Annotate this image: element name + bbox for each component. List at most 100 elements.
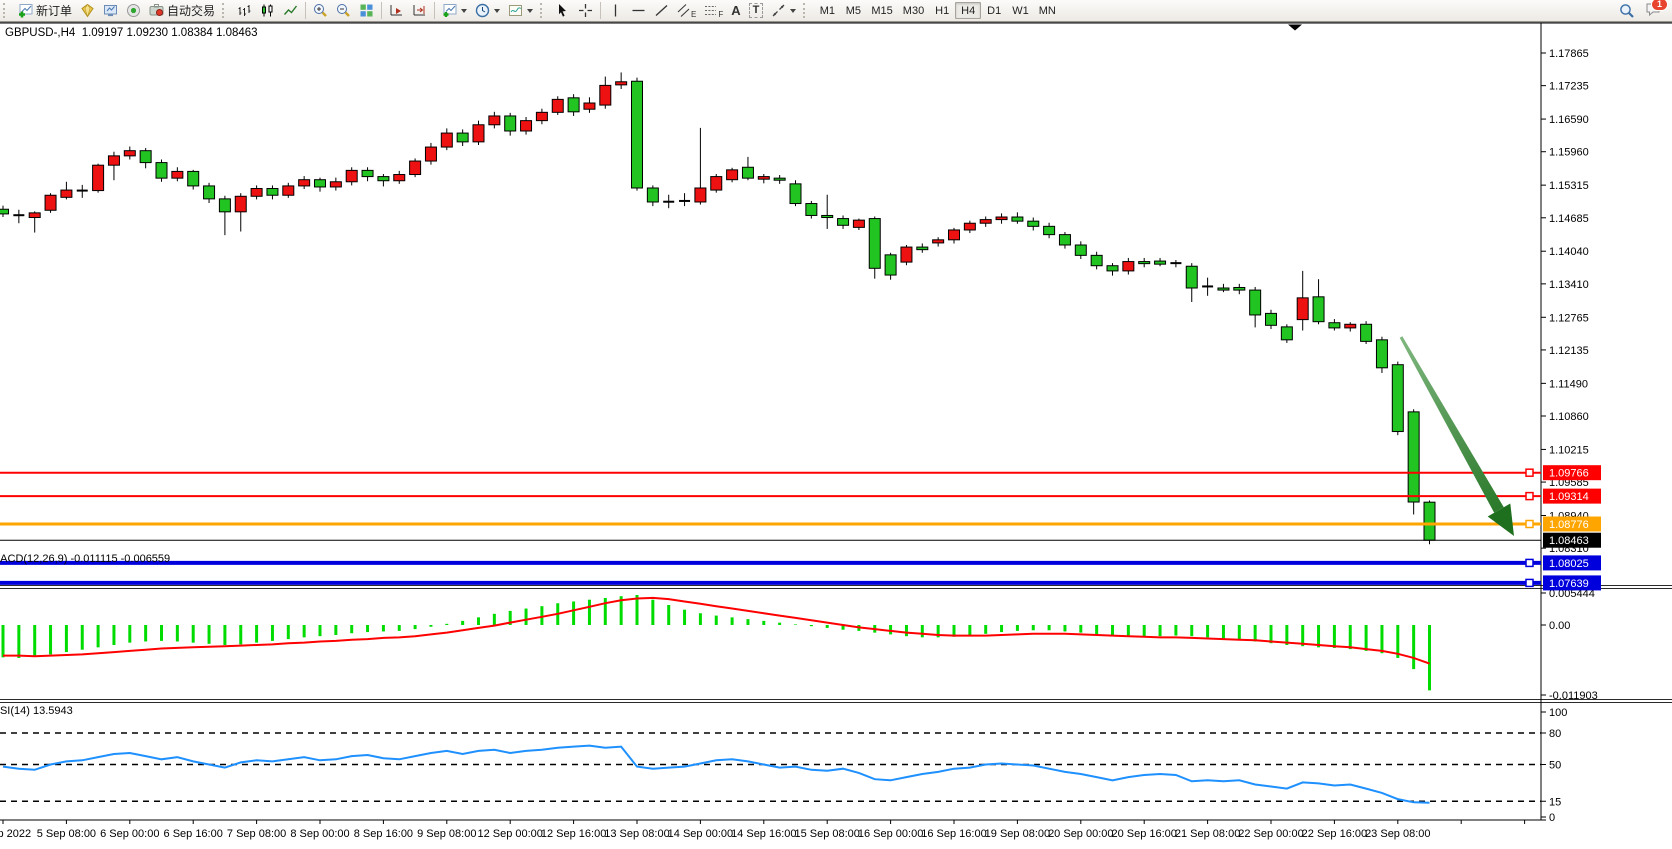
toolbar-separator [305, 2, 306, 19]
timeframe-h1-button[interactable]: H1 [929, 2, 955, 19]
svg-text:6 Sep 00:00: 6 Sep 00:00 [100, 828, 159, 840]
indicators-dropdown-button[interactable] [504, 1, 537, 20]
svg-text:0.00: 0.00 [1549, 620, 1570, 632]
toolbar-grip[interactable] [222, 3, 229, 18]
chart-shift-icon [412, 3, 427, 18]
chart-canvas[interactable]: 1.178651.172351.165901.159601.153151.146… [0, 0, 1672, 849]
svg-text:1.09766: 1.09766 [1549, 468, 1589, 480]
new-chart-plus-icon [18, 3, 33, 18]
svg-text:22 Sep 16:00: 22 Sep 16:00 [1302, 828, 1367, 840]
svg-text:8 Sep 00:00: 8 Sep 00:00 [290, 828, 349, 840]
toolbar-grip[interactable] [803, 3, 810, 18]
fibonacci-icon [704, 3, 717, 18]
toolbar-grip[interactable] [540, 3, 547, 18]
channel-icon [677, 3, 690, 18]
svg-text:1.11490: 1.11490 [1549, 378, 1588, 390]
chart-shift-button[interactable] [408, 1, 431, 20]
svg-text:1.14685: 1.14685 [1549, 213, 1589, 225]
vertical-line-tool-button[interactable] [604, 1, 627, 20]
auto-trading-icon [149, 3, 164, 18]
cursor-icon [555, 3, 570, 18]
crystal-button[interactable] [76, 1, 99, 20]
timeframe-d1-button[interactable]: D1 [981, 2, 1007, 19]
webphone-button[interactable] [122, 1, 145, 20]
text-tool-button[interactable]: A [727, 1, 744, 20]
price-chart-svg[interactable]: 1.178651.172351.165901.159601.153151.146… [0, 0, 1672, 849]
svg-text:-0.011903: -0.011903 [1549, 690, 1598, 702]
svg-text:1.15960: 1.15960 [1549, 147, 1589, 159]
toolbar-grip[interactable] [3, 3, 10, 18]
timeframe-m30-button[interactable]: M30 [898, 2, 929, 19]
new-chart-icon [442, 3, 457, 18]
svg-text:1.14040: 1.14040 [1549, 246, 1589, 258]
tile-windows-button[interactable] [355, 1, 378, 20]
rsi-indicator-label: RSI(14) 13.5943 [0, 705, 73, 717]
svg-text:1.08776: 1.08776 [1549, 519, 1589, 531]
auto-trading-button[interactable]: 自动交易 [145, 1, 219, 20]
svg-text:1.12765: 1.12765 [1549, 312, 1589, 324]
crystal-icon [80, 3, 95, 18]
monitor-icon [103, 3, 118, 18]
svg-text:12 Sep 16:00: 12 Sep 16:00 [541, 828, 606, 840]
svg-text:50: 50 [1549, 760, 1561, 772]
timeframe-w1-button[interactable]: W1 [1007, 2, 1034, 19]
svg-text:1.08463: 1.08463 [1549, 535, 1589, 547]
auto-scroll-button[interactable] [385, 1, 408, 20]
chevron-down-icon [494, 9, 500, 13]
timeframe-m1-button[interactable]: M1 [814, 2, 840, 19]
svg-text:1.08025: 1.08025 [1549, 558, 1589, 570]
line-chart-mode-button[interactable] [279, 1, 302, 20]
svg-text:1.15315: 1.15315 [1549, 180, 1589, 192]
bar-chart-icon [237, 3, 252, 18]
svg-text:14 Sep 16:00: 14 Sep 16:00 [731, 828, 796, 840]
svg-text:12 Sep 00:00: 12 Sep 00:00 [477, 828, 542, 840]
svg-text:5 Sep 08:00: 5 Sep 08:00 [37, 828, 96, 840]
horizontal-line-objects [0, 469, 1541, 586]
time-axis-labels: 2 Sep 20225 Sep 08:006 Sep 00:006 Sep 16… [0, 820, 1525, 840]
svg-text:2 Sep 2022: 2 Sep 2022 [0, 828, 31, 840]
arrow-objects-icon [771, 3, 786, 18]
svg-text:13 Sep 08:00: 13 Sep 08:00 [604, 828, 669, 840]
text-label-tool-button[interactable]: T [745, 1, 768, 20]
macd-indicator-label: MACD(12,26,9) -0.011115 -0.006559 [0, 553, 170, 565]
cursor-tool-button[interactable] [551, 1, 574, 20]
new-chart-dropdown-button[interactable] [438, 1, 471, 20]
new-order-button[interactable]: 新订单 [14, 1, 76, 20]
vertical-line-icon [608, 3, 623, 18]
zoom-out-button[interactable] [332, 1, 355, 20]
symbol-timeframe: GBPUSD-,H4 [5, 27, 75, 39]
timeframes-dropdown-button[interactable] [471, 1, 504, 20]
zoom-in-button[interactable] [309, 1, 332, 20]
rsi-level-lines [0, 733, 1541, 801]
crosshair-icon [578, 3, 593, 18]
notifications-button[interactable]: 1 [1645, 1, 1662, 20]
timeframe-h4-button[interactable]: H4 [955, 2, 981, 19]
timeframe-m5-button[interactable]: M5 [840, 2, 866, 19]
trendline-tool-button[interactable] [650, 1, 673, 20]
svg-text:1.16590: 1.16590 [1549, 114, 1589, 126]
text-tool-icon: A [731, 4, 740, 17]
bar-chart-mode-button[interactable] [233, 1, 256, 20]
indicators-icon [508, 3, 523, 18]
svg-text:80: 80 [1549, 728, 1561, 740]
svg-text:1.17865: 1.17865 [1549, 48, 1589, 60]
svg-text:19 Sep 08:00: 19 Sep 08:00 [985, 828, 1050, 840]
arrows-tool-dropdown-button[interactable] [767, 1, 800, 20]
fibonacci-tool-button[interactable]: F [700, 1, 727, 20]
rsi-line [3, 746, 1430, 803]
terminal-button[interactable] [99, 1, 122, 20]
toolbar-separator [381, 2, 382, 19]
timeframe-mn-button[interactable]: MN [1034, 2, 1061, 19]
chevron-down-icon [527, 9, 533, 13]
chevron-down-icon [790, 9, 796, 13]
timeframe-m15-button[interactable]: M15 [866, 2, 897, 19]
webphone-icon [126, 3, 141, 18]
channel-tool-button[interactable]: E [673, 1, 700, 20]
ohlc-values: 1.09197 1.09230 1.08384 1.08463 [82, 27, 258, 39]
svg-text:1.10215: 1.10215 [1549, 444, 1589, 456]
candlestick-mode-button[interactable] [256, 1, 279, 20]
zoom-in-icon [313, 3, 328, 18]
crosshair-tool-button[interactable] [574, 1, 597, 20]
horizontal-line-tool-button[interactable] [627, 1, 650, 20]
search-button[interactable] [1615, 1, 1639, 20]
